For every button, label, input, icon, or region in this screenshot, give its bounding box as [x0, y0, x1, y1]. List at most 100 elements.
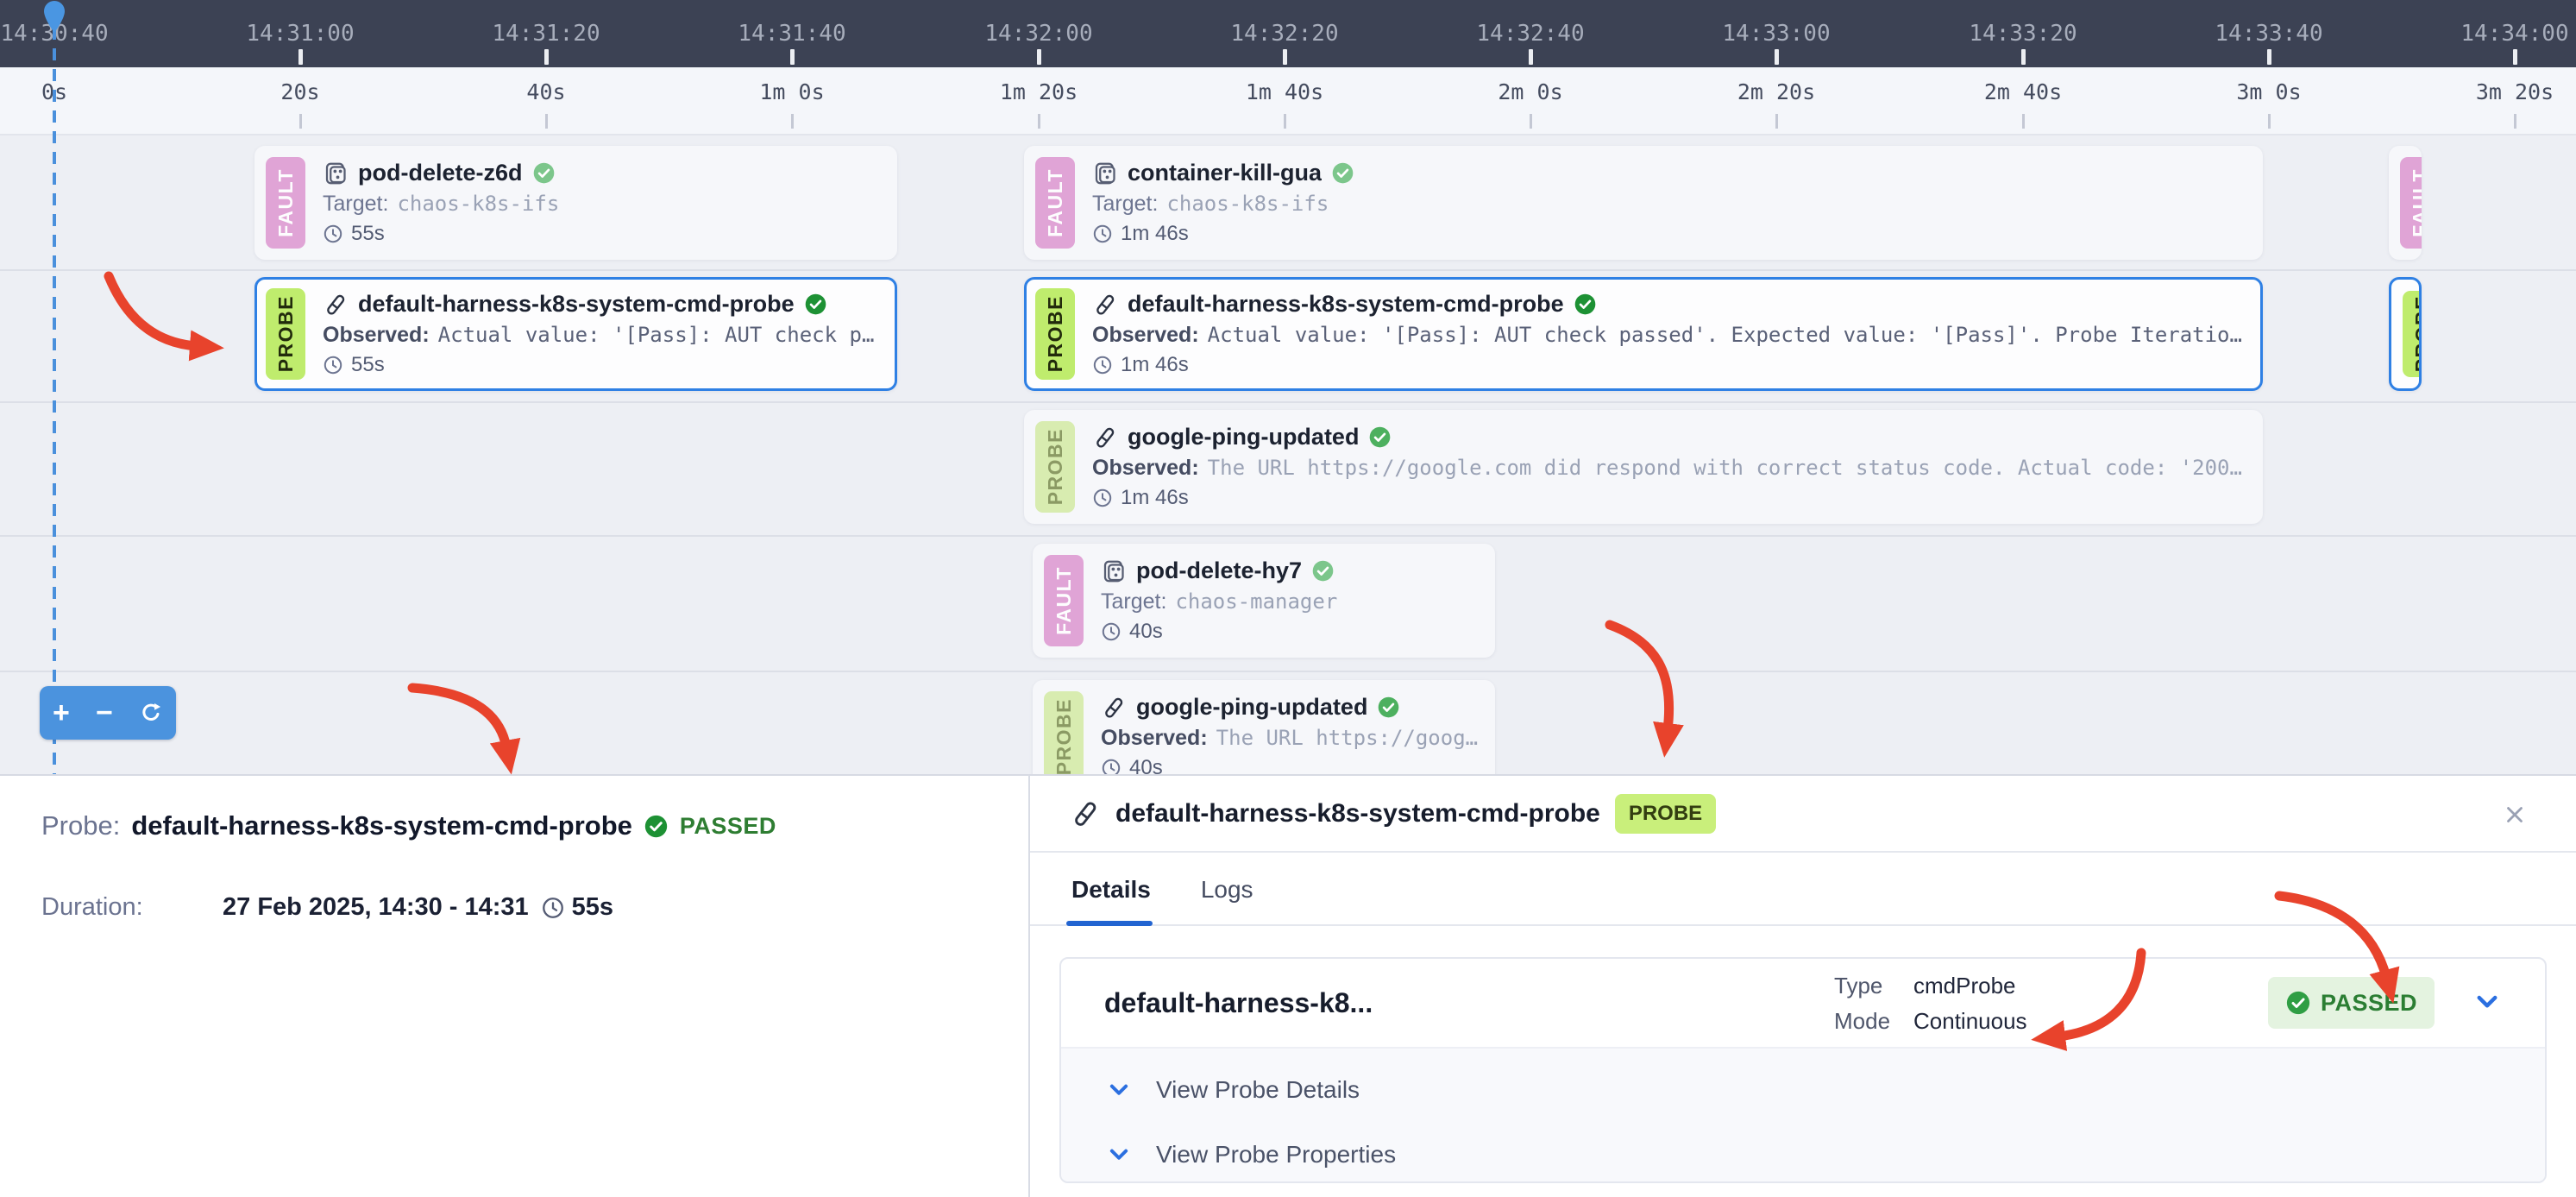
success-check-icon [804, 293, 827, 316]
probe-summary-panel: Probe: default-harness-k8s-system-cmd-pr… [0, 774, 1028, 1197]
fault-badge: FAULT [1044, 555, 1084, 646]
row-separator [0, 401, 2576, 403]
time-tick [1529, 49, 1533, 65]
probe-badge: PROBE [1035, 288, 1075, 380]
relative-tick-label: 40s [526, 79, 565, 104]
absolute-tick-label: 14:33:20 [1969, 21, 2077, 47]
details-panel-header: default-harness-k8s-system-cmd-probe PRO… [1030, 776, 2576, 853]
timeline-card-fault[interactable]: FAULT container-kill-gua Target: chaos-k… [1024, 146, 2263, 260]
target-value: chaos-k8s-ifs [397, 192, 559, 216]
fault-icon [1092, 161, 1118, 186]
row-separator [0, 671, 2576, 672]
panel-title: default-harness-k8s-system-cmd-probe [1115, 799, 1600, 828]
target-label: Target: [1101, 589, 1166, 614]
absolute-tick-label: 14:31:20 [492, 21, 600, 47]
success-check-icon [1574, 293, 1597, 316]
probe-result-name: default-harness-k8... [1104, 987, 1373, 1019]
time-tick [791, 114, 794, 129]
time-tick [790, 49, 795, 65]
zoom-out-button[interactable]: − [96, 698, 113, 728]
status-badge: PASSED [2268, 977, 2435, 1029]
tab-details[interactable]: Details [1071, 876, 1151, 904]
absolute-tick-label: 14:31:00 [246, 21, 354, 47]
relative-tick-label: 2m 20s [1737, 79, 1815, 104]
view-probe-properties-toggle[interactable]: View Probe Properties [1106, 1141, 1396, 1169]
absolute-tick-label: 14:33:00 [1722, 21, 1830, 47]
type-value: cmdProbe [1913, 973, 2016, 999]
chevron-down-icon [1106, 1142, 1132, 1168]
fault-icon [323, 161, 349, 186]
timeline-card-probe[interactable]: PROBE google-ping-updated Observed: The … [1024, 410, 2263, 524]
card-name: google-ping-updated [1136, 694, 1367, 721]
timeline-card-probe-clipped[interactable]: PROBE [2389, 277, 2422, 391]
tab-logs[interactable]: Logs [1201, 876, 1253, 904]
duration: 1m 46s [1121, 353, 1189, 377]
observed-label: Observed: [1101, 726, 1208, 751]
fault-badge: FAULT [1035, 157, 1075, 249]
relative-tick-label: 2m 40s [1984, 79, 2062, 104]
time-tick [2267, 49, 2271, 65]
timeline-card-fault[interactable]: FAULT pod-delete-hy7 Target: chaos-manag… [1033, 544, 1495, 658]
time-tick [1775, 114, 1778, 129]
time-tick [1284, 114, 1286, 129]
absolute-tick-label: 14:34:00 [2460, 21, 2568, 47]
probe-badge: PROBE [2403, 291, 2422, 377]
absolute-time-bar: 14:30:40 14:31:00 14:31:20 14:31:40 14:3… [0, 0, 2576, 67]
probe-name: default-harness-k8s-system-cmd-probe [131, 810, 632, 841]
fault-badge: FAULT [2400, 157, 2422, 249]
chevron-down-icon [1106, 1077, 1132, 1103]
probe-result-card-body: View Probe Details View Probe Properties [1061, 1047, 2545, 1181]
timeline-card-fault[interactable]: FAULT pod-delete-z6d Target: chaos-k8s-i… [254, 146, 897, 260]
card-name: default-harness-k8s-system-cmd-probe [358, 291, 795, 318]
status-badge: PASSED [680, 813, 776, 840]
active-tab-underline [1066, 921, 1153, 926]
relative-time-ruler: 0s 20s 40s 1m 0s 1m 20s 1m 40s 2m 0s 2m … [0, 67, 2576, 135]
time-tick [2021, 49, 2026, 65]
probe-icon [1101, 695, 1127, 721]
row-separator [0, 269, 2576, 271]
time-tick [2513, 49, 2517, 65]
probe-details-panel: default-harness-k8s-system-cmd-probe PRO… [1028, 774, 2576, 1197]
target-label: Target: [323, 192, 388, 217]
relative-tick-label: 3m 20s [2476, 79, 2554, 104]
relative-tick-label: 20s [280, 79, 319, 104]
view-probe-details-toggle[interactable]: View Probe Details [1106, 1076, 1360, 1104]
observed-value: The URL https://google.com… [1216, 726, 1480, 750]
probe-label: Probe: [41, 810, 120, 841]
relative-tick-label: 1m 0s [759, 79, 824, 104]
time-tick [1530, 114, 1532, 129]
chaos-experiment-timeline-view: 14:30:40 14:31:00 14:31:20 14:31:40 14:3… [0, 0, 2576, 1197]
target-value: chaos-k8s-ifs [1166, 192, 1329, 216]
expand-chevron-down-icon[interactable] [2472, 987, 2502, 1017]
zoom-reset-button[interactable] [139, 701, 163, 725]
relative-tick-label: 1m 20s [1000, 79, 1078, 104]
probe-type-mode: Type cmdProbe Mode Continuous [1834, 973, 2027, 1035]
duration: 1m 46s [1121, 222, 1189, 246]
target-label: Target: [1092, 192, 1158, 217]
time-tick [298, 49, 303, 65]
probe-type-badge: PROBE [1615, 794, 1716, 834]
relative-tick-label: 3m 0s [2236, 79, 2301, 104]
clock-icon [323, 224, 343, 244]
timeline-card-probe-selected[interactable]: PROBE default-harness-k8s-system-cmd-pro… [254, 277, 897, 391]
duration: 1m 46s [1121, 486, 1189, 510]
probe-result-card-header: default-harness-k8... Type cmdProbe Mode… [1061, 959, 2545, 1047]
time-tick [2022, 114, 2025, 129]
playhead-marker[interactable] [42, 0, 66, 39]
time-tick [1038, 114, 1040, 129]
time-tick [1037, 49, 1041, 65]
absolute-tick-label: 14:31:40 [738, 21, 845, 47]
time-tick [544, 49, 549, 65]
observed-value: The URL https://google.com did respond w… [1208, 456, 2247, 480]
zoom-in-button[interactable]: + [53, 698, 70, 728]
clock-icon [1092, 224, 1113, 244]
timeline-card-probe-selected[interactable]: PROBE default-harness-k8s-system-cmd-pro… [1024, 277, 2263, 391]
time-tick [545, 114, 548, 129]
close-icon[interactable] [2502, 802, 2528, 832]
fault-icon [1101, 558, 1127, 584]
observed-label: Observed: [1092, 323, 1199, 348]
row-separator [0, 535, 2576, 537]
success-check-icon [644, 814, 669, 839]
clock-icon [1092, 355, 1113, 375]
timeline-card-fault-clipped[interactable]: FAULT [2389, 146, 2422, 260]
